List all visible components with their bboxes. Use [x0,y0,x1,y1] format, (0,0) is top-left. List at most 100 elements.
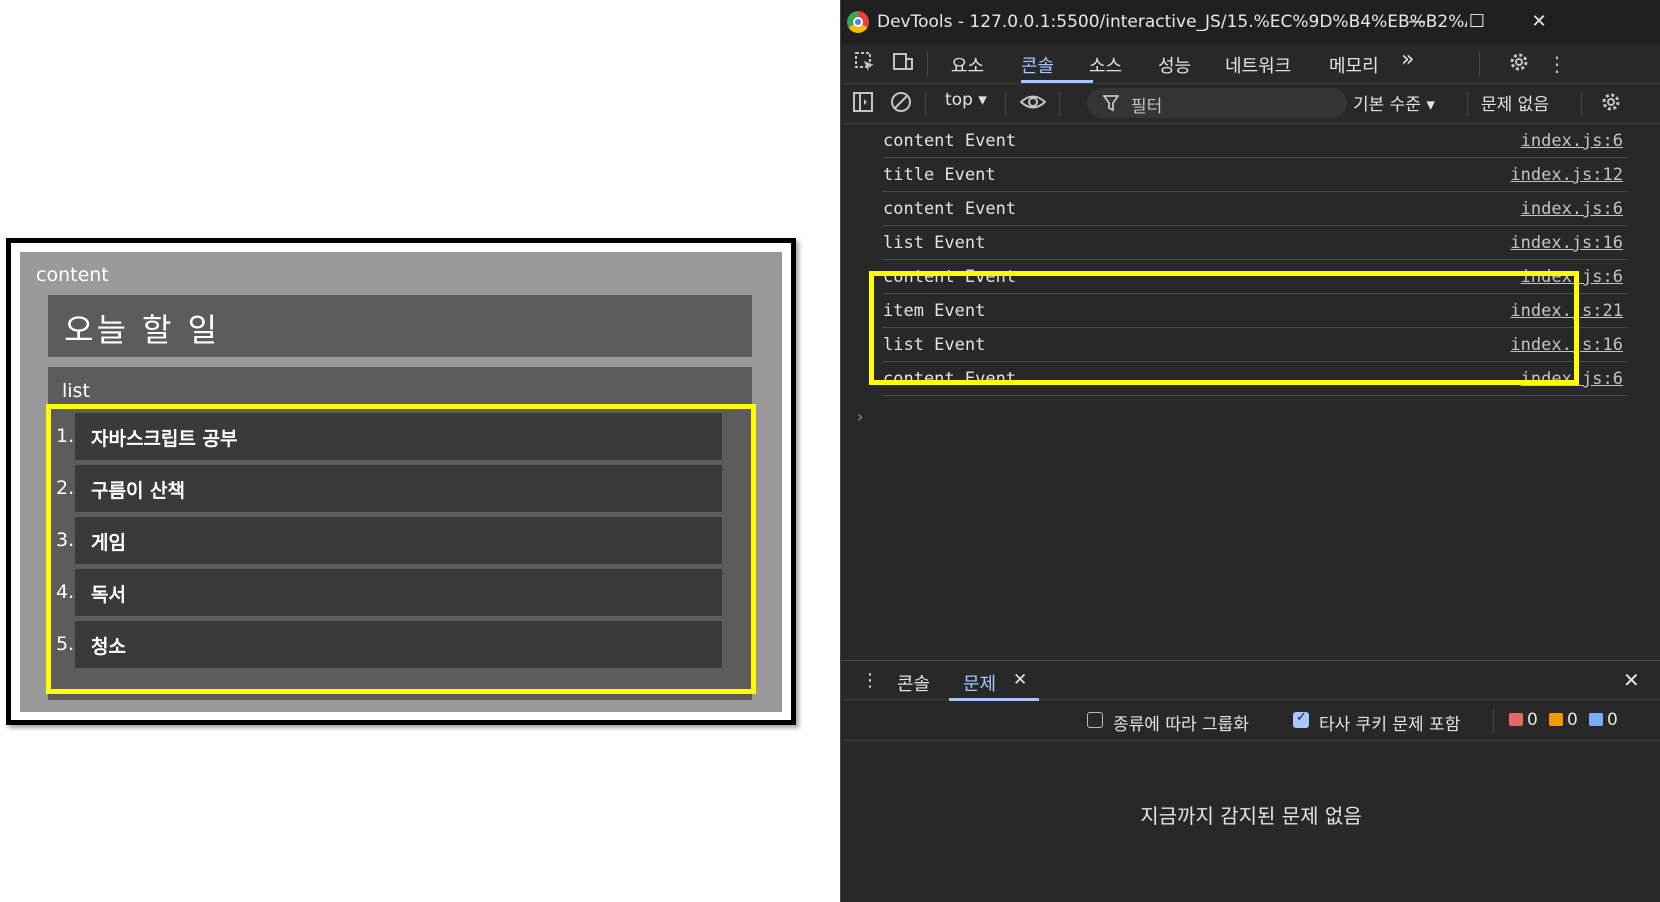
panel-tab-bar: 요소 콘솔 소스 성능 네트워크 메모리 » ⋮ [841,44,1660,84]
list-item[interactable]: 5. 청소 [48,621,738,668]
log-levels-dropdown[interactable]: 기본 수준 ▾ [1353,90,1435,122]
log-row: item Event index.js:21 [883,295,1627,328]
item-text: 게임 [91,532,126,554]
content-container[interactable]: content 오늘 할 일 list 1. 자바스크립트 공부 2. 구름이 … [20,252,782,712]
tab-sources[interactable]: 소스 [1089,52,1122,84]
log-message: content Event [883,267,1017,287]
close-window-button[interactable]: ✕ [1519,8,1559,36]
item-number: 4. [56,581,75,603]
minimize-button[interactable]: — [1397,8,1437,36]
log-row: content Event index.js:6 [883,125,1627,158]
item-number: 1. [56,425,75,447]
issues-counter[interactable]: 문제 없음 [1481,90,1549,122]
console-settings-gear-icon[interactable] [1597,90,1625,118]
close-tab-icon[interactable]: ✕ [1013,670,1027,690]
title-bar[interactable]: DevTools - 127.0.0.1:5500/interactive_JS… [841,0,1660,44]
log-source-link[interactable]: index.js:16 [1510,335,1623,355]
drawer-tab-console[interactable]: 콘솔 [897,670,930,696]
divider [1059,92,1060,116]
error-count: 0 [1527,710,1538,730]
log-source-link[interactable]: index.js:6 [1521,199,1623,219]
item-box[interactable]: 구름이 산책 [75,465,722,512]
log-message: list Event [883,233,986,253]
close-drawer-icon[interactable]: ✕ [1623,668,1640,692]
log-message: content Event [883,369,1017,389]
no-issues-message: 지금까지 감지된 문제 없음 [1140,804,1362,828]
sidebar-toggle-icon[interactable] [849,90,877,118]
divider [1493,709,1494,733]
group-by-kind-checkbox[interactable] [1087,712,1103,728]
log-message: content Event [883,199,1017,219]
title-container[interactable]: 오늘 할 일 [48,295,752,357]
list-container[interactable]: list 1. 자바스크립트 공부 2. 구름이 산책 3. 게임 4. 독서 [48,367,752,700]
item-box[interactable]: 자바스크립트 공부 [75,413,722,460]
divider [1467,92,1468,116]
screenshot-root: content 오늘 할 일 list 1. 자바스크립트 공부 2. 구름이 … [0,0,1660,902]
divider [1581,92,1582,116]
include-third-party-checkbox[interactable] [1293,710,1309,728]
tab-performance[interactable]: 성능 [1158,52,1191,84]
drawer-tab-issues[interactable]: 문제 [963,670,996,696]
group-by-kind-label: 종류에 따라 그룹화 [1113,715,1249,735]
console-log-area: content Event index.js:6 title Event ind… [841,125,1660,660]
item-box[interactable]: 독서 [75,569,722,616]
context-selector[interactable]: top ▾ [945,90,987,122]
more-options-icon[interactable]: ⋮ [1543,50,1571,78]
list-item[interactable]: 1. 자바스크립트 공부 [48,413,738,460]
log-source-link[interactable]: index.js:6 [1521,267,1623,287]
list-label: list [62,380,90,402]
log-row: content Event index.js:6 [883,261,1627,294]
maximize-button[interactable]: ☐ [1457,8,1497,36]
live-expression-eye-icon[interactable] [1019,90,1047,118]
active-tab-indicator [1021,80,1093,83]
filter-input[interactable]: 필터 [1087,88,1347,118]
more-tabs-button[interactable]: » [1401,47,1414,79]
filter-placeholder: 필터 [1131,97,1163,117]
item-text: 독서 [91,584,126,606]
log-message: title Event [883,165,996,185]
item-box[interactable]: 게임 [75,517,722,564]
inspect-element-icon[interactable] [851,50,879,78]
drawer-menu-icon[interactable]: ⋮ [861,670,879,691]
issues-toolbar: 종류에 따라 그룹화 타사 쿠키 문제 포함 0 0 0 [841,701,1660,741]
list-item[interactable]: 4. 독서 [48,569,738,616]
log-row: content Event index.js:6 [883,363,1627,396]
divider [1005,92,1006,116]
log-message: content Event [883,131,1017,151]
item-text: 청소 [91,636,126,658]
log-source-link[interactable]: index.js:21 [1510,301,1623,321]
clear-console-icon[interactable] [887,90,915,118]
settings-gear-icon[interactable] [1505,50,1533,78]
divider [927,52,928,76]
content-label: content [36,264,109,286]
tab-elements[interactable]: 요소 [951,52,984,84]
item-text: 구름이 산책 [91,480,186,502]
item-text: 자바스크립트 공부 [91,428,238,450]
error-icon [1509,713,1523,726]
warning-count: 0 [1567,710,1578,730]
console-prompt[interactable]: › [857,407,863,426]
include-third-party-label: 타사 쿠키 문제 포함 [1319,715,1461,735]
log-source-link[interactable]: index.js:12 [1510,165,1623,185]
list-item[interactable]: 3. 게임 [48,517,738,564]
log-source-link[interactable]: index.js:6 [1521,369,1623,389]
log-source-link[interactable]: index.js:16 [1510,233,1623,253]
list-item[interactable]: 2. 구름이 산책 [48,465,738,512]
log-row: list Event index.js:16 [883,329,1627,362]
item-number: 3. [56,529,75,551]
devtools-window: DevTools - 127.0.0.1:5500/interactive_JS… [840,0,1660,902]
tab-memory[interactable]: 메모리 [1329,52,1379,84]
chrome-logo-icon [847,11,869,33]
log-source-link[interactable]: index.js:6 [1521,131,1623,151]
info-icon [1589,713,1603,726]
item-number: 2. [56,477,75,499]
log-row: list Event index.js:16 [883,227,1627,260]
item-box[interactable]: 청소 [75,621,722,668]
divider [1479,52,1480,76]
device-toolbar-icon[interactable] [889,50,917,78]
page-title: 오늘 할 일 [64,311,221,349]
filter-icon [1103,95,1119,112]
console-toolbar: top ▾ 필터 기본 수준 ▾ 문제 없음 [841,84,1660,124]
tab-network[interactable]: 네트워크 [1225,52,1291,84]
drawer-tab-bar: ⋮ 콘솔 문제 ✕ ✕ [841,660,1660,701]
